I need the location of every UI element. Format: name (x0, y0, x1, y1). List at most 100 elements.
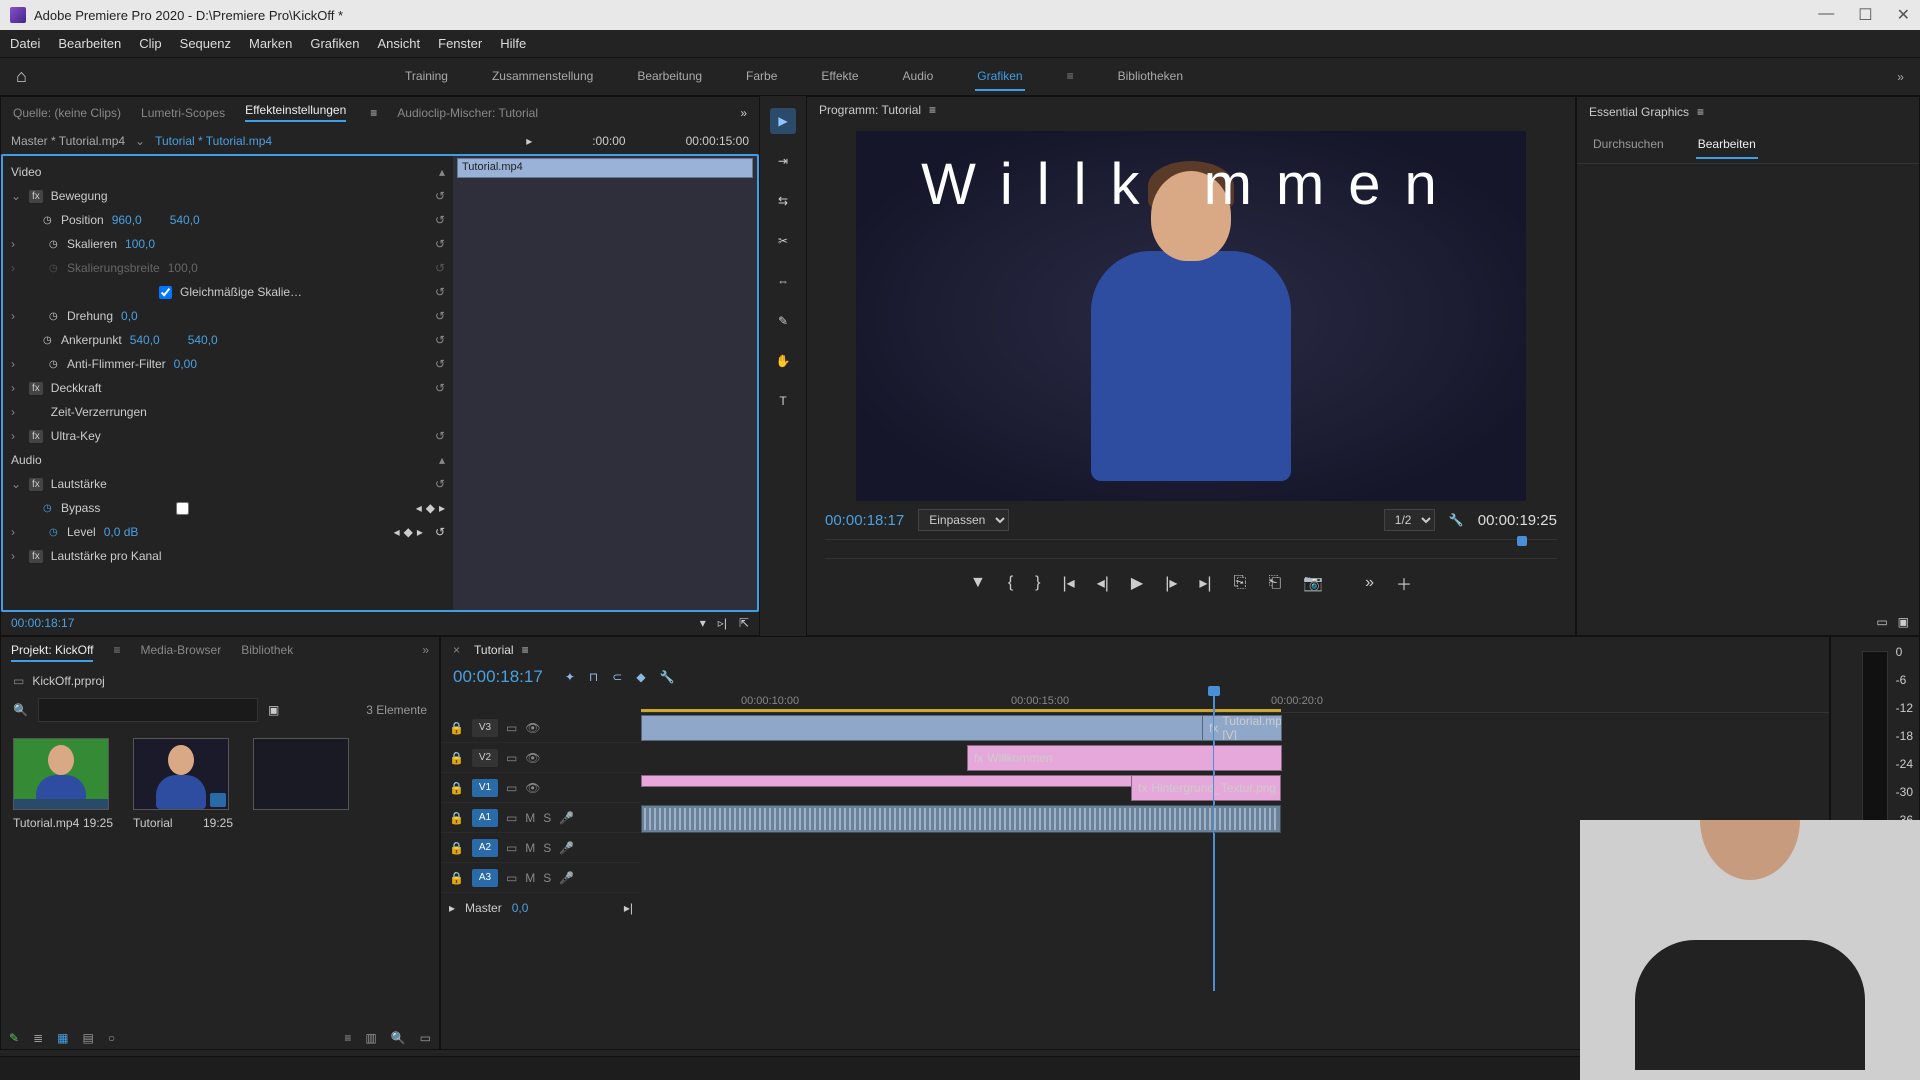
collapse-icon[interactable]: » (740, 106, 747, 120)
zoom-dropdown[interactable]: 1/2 (1384, 509, 1435, 531)
voice-icon[interactable]: 🎤 (559, 841, 574, 855)
ec-bewegung[interactable]: Bewegung (51, 189, 108, 203)
stopwatch-icon[interactable]: ◷ (49, 239, 59, 250)
close-seq-icon[interactable]: × (453, 643, 460, 657)
twirl-lautstaerke[interactable]: ⌄ (11, 477, 21, 491)
add-button-icon[interactable]: ＋ (1396, 571, 1412, 595)
master-val[interactable]: 0,0 (512, 901, 529, 915)
workspace-overflow-icon[interactable]: » (1897, 70, 1904, 84)
program-scrubber[interactable] (825, 539, 1557, 559)
twirl-lpk[interactable]: › (11, 549, 21, 563)
wrench-icon[interactable]: 🔧 (1449, 513, 1464, 527)
filter-icon[interactable]: ▾ (700, 616, 706, 630)
bypass-checkbox[interactable] (176, 502, 189, 515)
eye-icon[interactable]: 👁 (525, 781, 540, 795)
ripple-edit-icon[interactable]: ⇆ (770, 188, 796, 214)
clip-v3[interactable] (641, 715, 1259, 741)
clip-v1-label[interactable]: fxHintergrund_Textur.png (1131, 775, 1281, 801)
track-a2[interactable]: A2 (472, 839, 498, 857)
menu-bearbeiten[interactable]: Bearbeiten (58, 36, 121, 51)
add-kf-icon[interactable]: ◆ (426, 501, 435, 515)
panel-menu-icon[interactable]: ≡ (1697, 105, 1704, 119)
menu-hilfe[interactable]: Hilfe (500, 36, 526, 51)
menu-clip[interactable]: Clip (139, 36, 161, 51)
anker-x[interactable]: 540,0 (130, 333, 180, 347)
panel-menu-icon[interactable]: ≡ (370, 106, 377, 120)
find-icon[interactable]: 🔍 (391, 1031, 406, 1045)
track-v3[interactable]: V3 (472, 719, 498, 737)
clip-a1[interactable] (641, 805, 1281, 833)
project-item[interactable]: Tutorial.mp419:25 (13, 738, 113, 830)
stopwatch-icon[interactable]: ◷ (49, 311, 59, 322)
project-search-input[interactable] (38, 698, 258, 722)
twirl-zeit[interactable]: › (11, 405, 21, 419)
tab-quelle[interactable]: Quelle: (keine Clips) (13, 106, 121, 120)
ec-zeit[interactable]: Zeit-Verzerrungen (51, 405, 147, 419)
filter-bin-icon[interactable]: ▣ (268, 703, 279, 717)
go-in-icon[interactable]: |◂ (1063, 573, 1075, 593)
sync-lock-icon[interactable]: ▭ (506, 841, 517, 855)
ws-effekte[interactable]: Effekte (819, 63, 860, 91)
eg-tab-edit[interactable]: Bearbeiten (1696, 131, 1758, 159)
fx-badge-icon[interactable]: fx (29, 190, 43, 203)
clip-v3-label[interactable]: fxTutorial.mp4 [V] (1202, 715, 1282, 741)
twirl-drehung[interactable]: › (11, 309, 21, 323)
sync-lock-icon[interactable]: ▭ (506, 781, 517, 795)
track-select-icon[interactable]: ⇥ (770, 148, 796, 174)
ec-lautstaerke[interactable]: Lautstärke (51, 477, 107, 491)
ec-deckkraft[interactable]: Deckkraft (51, 381, 102, 395)
ws-grafiken[interactable]: Grafiken (975, 63, 1024, 91)
eye-icon[interactable]: 👁 (525, 751, 540, 765)
twirl-deckkraft[interactable]: › (11, 381, 21, 395)
auto-seq-icon[interactable]: ▥ (365, 1031, 376, 1045)
selection-tool-icon[interactable]: ▶ (770, 108, 796, 134)
ec-timecode[interactable]: 00:00:18:17 (11, 616, 74, 630)
hand-tool-icon[interactable]: ✋ (770, 348, 796, 374)
prev-kf-icon[interactable]: ◂ (394, 525, 400, 539)
ws-training[interactable]: Training (403, 63, 450, 91)
skalieren-val[interactable]: 100,0 (125, 237, 175, 251)
twirl-antiflimmer[interactable]: › (11, 357, 21, 371)
track-v2[interactable]: V2 (472, 749, 498, 767)
reset-icon[interactable]: ↺ (435, 525, 445, 539)
lock-icon[interactable]: 🔒 (449, 751, 464, 765)
project-item[interactable]: Tutorial19:25 (133, 738, 233, 830)
anker-y[interactable]: 540,0 (188, 333, 238, 347)
extract-icon[interactable]: ⎗ (1268, 574, 1281, 592)
lock-icon[interactable]: 🔒 (449, 871, 464, 885)
twirl-ultrakey[interactable]: › (11, 429, 21, 443)
play-only-icon[interactable]: ▹| (718, 616, 727, 630)
twirl-level[interactable]: › (11, 525, 21, 539)
scroll-up-icon[interactable]: ▴ (439, 165, 445, 179)
ws-bearbeitung[interactable]: Bearbeitung (635, 63, 704, 91)
voice-icon[interactable]: 🎤 (559, 871, 574, 885)
timeline-ruler[interactable]: 00:00:10:00 00:00:15:00 00:00:20:0 (641, 691, 1829, 713)
level-val[interactable]: 0,0 dB (104, 525, 154, 539)
playhead-line[interactable] (1213, 713, 1214, 923)
reset-icon[interactable]: ↺ (435, 237, 445, 251)
linked-sel-icon[interactable]: ⊂ (612, 670, 622, 684)
twirl-bewegung[interactable]: ⌄ (11, 189, 21, 203)
sync-lock-icon[interactable]: ▭ (506, 751, 517, 765)
reset-icon[interactable]: ↺ (435, 189, 445, 203)
program-video-canvas[interactable]: Willk mmen (856, 131, 1526, 501)
tab-bibliothek[interactable]: Bibliothek (241, 643, 293, 662)
fit-dropdown[interactable]: Einpassen (918, 509, 1009, 531)
list-view-icon[interactable]: ≣ (33, 1031, 43, 1045)
reset-icon[interactable]: ↺ (435, 429, 445, 443)
clip-v2[interactable]: fxWillkommen (967, 745, 1282, 771)
reset-icon[interactable]: ↺ (435, 477, 445, 491)
scroll-up-icon[interactable]: ▴ (439, 453, 445, 467)
lock-icon[interactable]: 🔒 (449, 841, 464, 855)
menu-datei[interactable]: Datei (10, 36, 40, 51)
eg-tab-browse[interactable]: Durchsuchen (1591, 131, 1666, 159)
button-overflow-icon[interactable]: » (1365, 574, 1374, 592)
new-layer-icon[interactable]: ▭ (1876, 615, 1887, 629)
sync-lock-icon[interactable]: ▭ (506, 871, 517, 885)
icon-view-icon[interactable]: ▦ (57, 1031, 68, 1045)
lock-icon[interactable]: 🔒 (449, 721, 464, 735)
antiflimmer-val[interactable]: 0,00 (174, 357, 224, 371)
zoom-slider[interactable]: ○ (108, 1031, 115, 1045)
reset-icon[interactable]: ↺ (435, 309, 445, 323)
go-out-icon[interactable]: ▸| (1199, 573, 1211, 593)
